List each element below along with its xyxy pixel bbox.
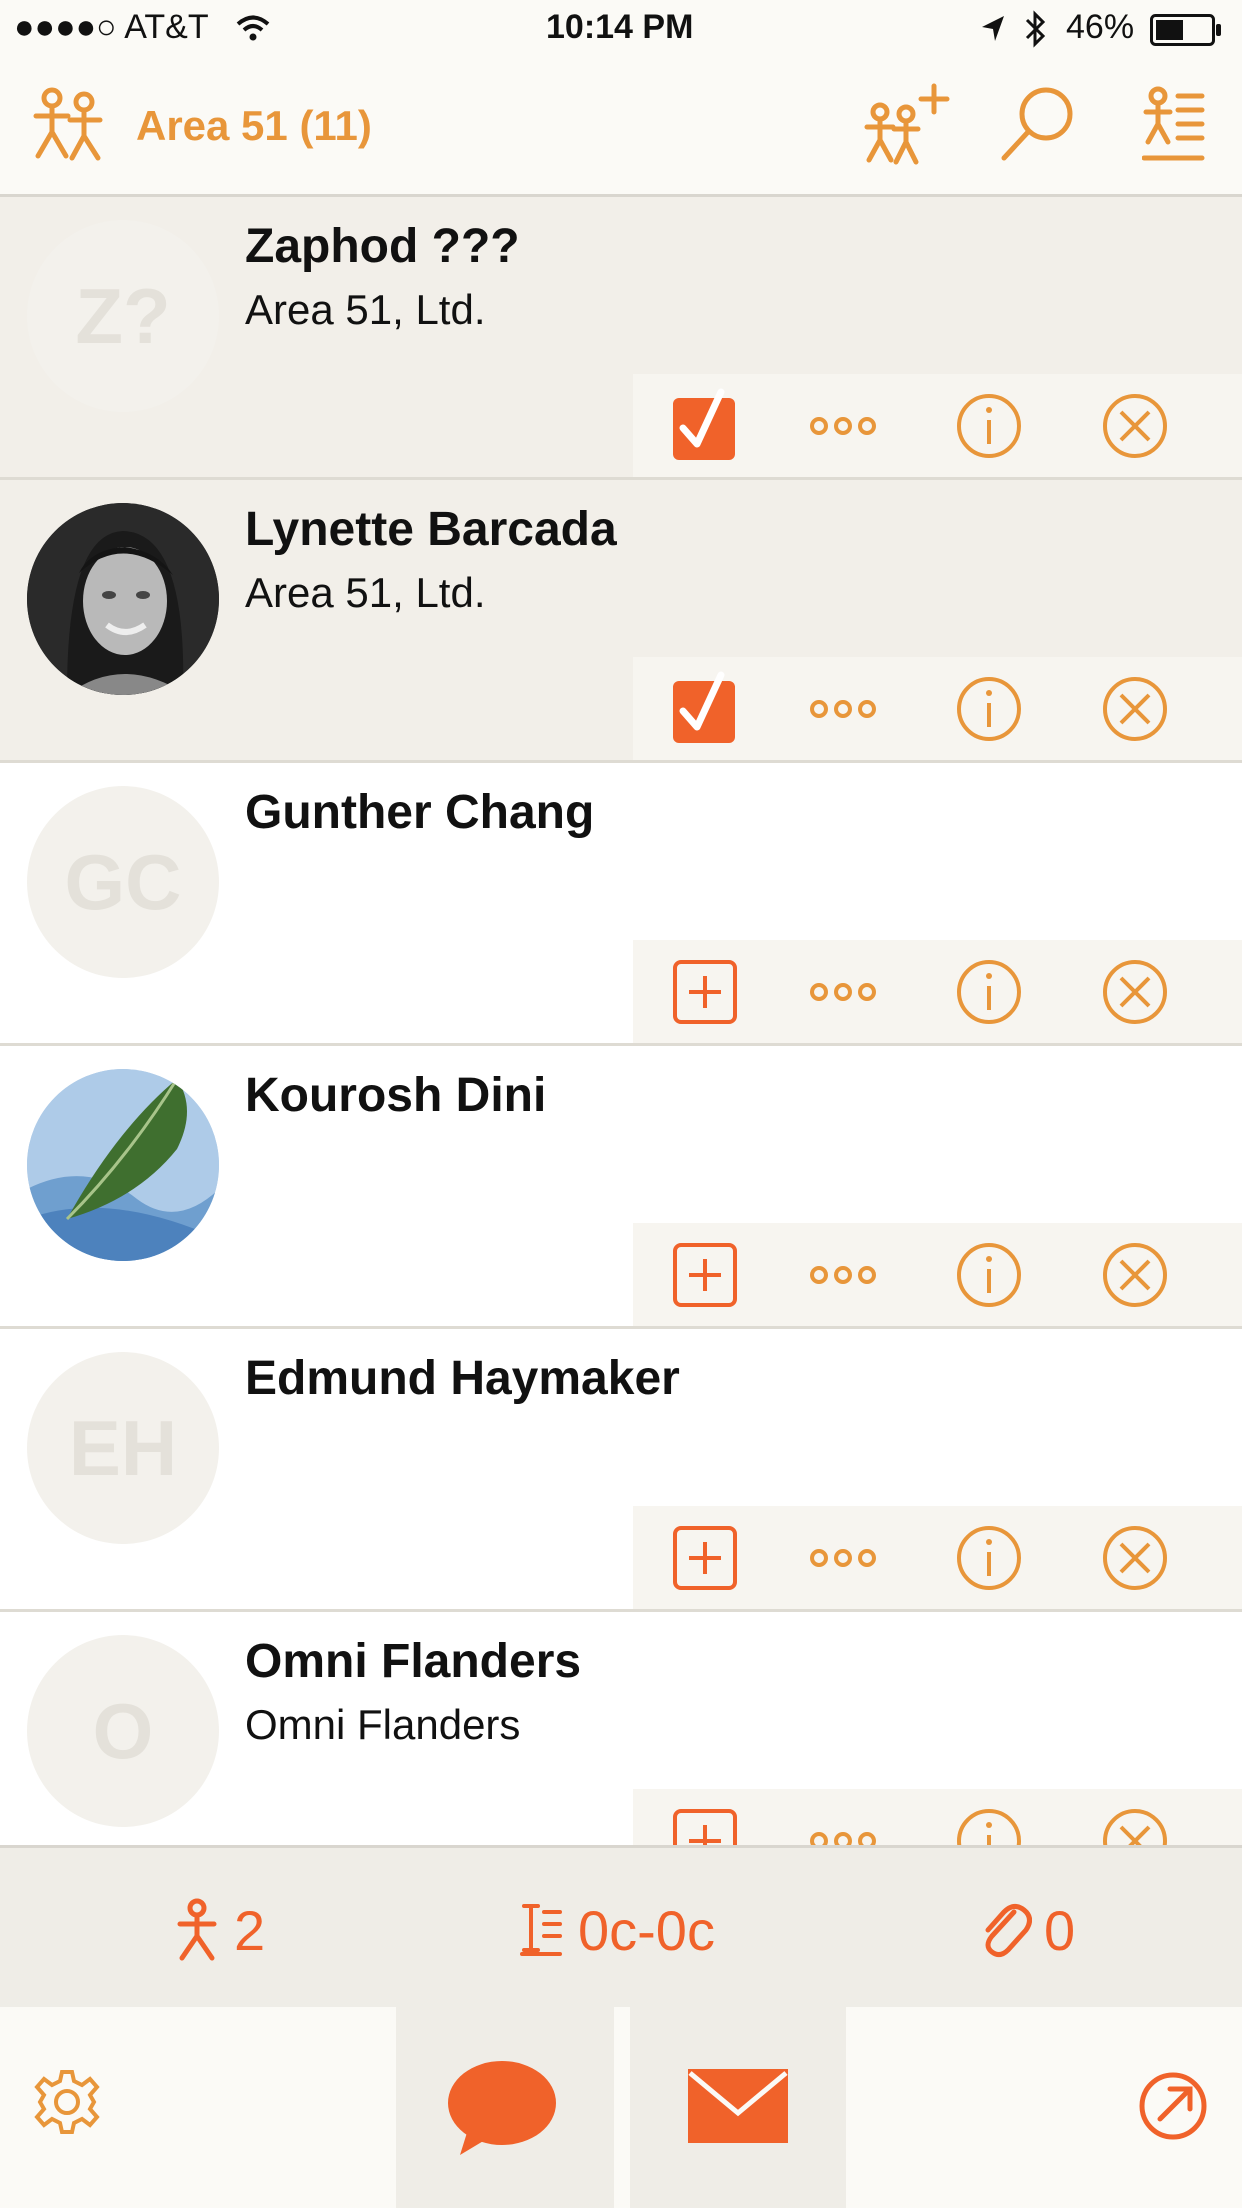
person-icon (172, 1898, 222, 1967)
info-icon[interactable] (951, 671, 1027, 747)
share-cell (846, 2007, 1242, 2208)
clock: 10:14 PM (546, 8, 694, 46)
email-button[interactable] (630, 2007, 846, 2208)
search-icon[interactable] (998, 84, 1078, 164)
more-icon[interactable] (805, 1237, 881, 1313)
add-box-icon[interactable] (667, 1520, 743, 1596)
more-icon[interactable] (805, 671, 881, 747)
location-icon (980, 14, 1006, 49)
contact-name: Kourosh Dini (245, 1069, 547, 1122)
contact-name: Edmund Haymaker (245, 1352, 680, 1405)
avatar-initials: O (92, 1687, 154, 1775)
row-actions (633, 940, 1242, 1043)
share-out-icon[interactable] (1136, 2069, 1210, 2148)
info-icon[interactable] (951, 1520, 1027, 1596)
sort-list-icon[interactable] (1142, 86, 1206, 166)
avatar: EH (27, 1352, 219, 1544)
contact-name: Gunther Chang (245, 786, 595, 839)
contact-row[interactable]: Z? Zaphod ??? Area 51, Ltd. (0, 197, 1242, 480)
row-actions (633, 657, 1242, 760)
avatar-initials: GC (64, 838, 182, 926)
avatar: GC (27, 786, 219, 978)
row-actions (633, 1506, 1242, 1609)
avatar-photo (27, 503, 219, 695)
notes-icon (520, 1902, 564, 1963)
bottom-toolbar (0, 2007, 1242, 2208)
add-box-icon[interactable] (667, 954, 743, 1030)
contact-company: Omni Flanders (245, 1701, 521, 1748)
contact-row[interactable]: EH Edmund Haymaker (0, 1329, 1242, 1612)
remove-icon[interactable] (1097, 671, 1173, 747)
remove-icon[interactable] (1097, 1237, 1173, 1313)
row-actions (633, 1223, 1242, 1326)
remove-icon[interactable] (1097, 388, 1173, 464)
checked-box-icon[interactable] (667, 671, 743, 747)
avatar-photo (27, 1069, 219, 1261)
speech-bubble-icon (446, 2059, 558, 2168)
contact-name: Omni Flanders (245, 1635, 582, 1688)
contact-row[interactable]: Lynette Barcada Area 51, Ltd. (0, 480, 1242, 763)
group-icon[interactable] (32, 86, 108, 166)
avatar: Z? (27, 220, 219, 412)
more-icon[interactable] (805, 954, 881, 1030)
wifi-icon (236, 14, 270, 47)
add-box-icon[interactable] (667, 1803, 743, 1845)
carrier-label: ●●●●○ AT&T (14, 8, 209, 46)
attachments-count[interactable]: 0 (1044, 1898, 1075, 1963)
avatar-initials: Z? (75, 272, 171, 360)
notes-range[interactable]: 0c-0c (578, 1898, 715, 1963)
remove-icon[interactable] (1097, 954, 1173, 1030)
contact-list[interactable]: Z? Zaphod ??? Area 51, Ltd. Lynette Barc… (0, 197, 1242, 1845)
more-icon[interactable] (805, 1520, 881, 1596)
more-icon[interactable] (805, 1803, 881, 1845)
avatar: O (27, 1635, 219, 1827)
message-button[interactable] (396, 2007, 614, 2208)
page-title: Area 51 (11) (136, 102, 372, 149)
contact-row[interactable]: O Omni Flanders Omni Flanders (0, 1612, 1242, 1845)
info-icon[interactable] (951, 954, 1027, 1030)
contact-company: Area 51, Ltd. (245, 286, 486, 333)
more-icon[interactable] (805, 388, 881, 464)
row-actions (633, 374, 1242, 477)
status-bar: ●●●●○ AT&T 10:14 PM 46% (0, 0, 1242, 62)
battery-icon (1150, 14, 1222, 51)
add-box-icon[interactable] (667, 1237, 743, 1313)
avatar-initials: EH (68, 1404, 178, 1492)
settings-cell (0, 2007, 396, 2208)
add-contact-icon[interactable] (862, 82, 952, 166)
nav-bar: Area 51 (11) (0, 62, 1242, 197)
contact-row[interactable]: GC Gunther Chang (0, 763, 1242, 1046)
bluetooth-icon (1022, 10, 1048, 53)
remove-icon[interactable] (1097, 1803, 1173, 1845)
contact-row[interactable]: Kourosh Dini (0, 1046, 1242, 1329)
contact-name: Lynette Barcada (245, 503, 617, 556)
info-icon[interactable] (951, 1237, 1027, 1313)
info-icon[interactable] (951, 388, 1027, 464)
people-count[interactable]: 2 (234, 1898, 265, 1963)
checked-box-icon[interactable] (667, 388, 743, 464)
battery-percent: 46% (1066, 8, 1135, 46)
contact-name: Zaphod ??? (245, 220, 520, 273)
envelope-icon (686, 2067, 790, 2150)
row-actions (633, 1789, 1242, 1845)
stats-bar: 2 0c-0c 0 (0, 1845, 1242, 2007)
remove-icon[interactable] (1097, 1520, 1173, 1596)
contact-company: Area 51, Ltd. (245, 569, 486, 616)
info-icon[interactable] (951, 1803, 1027, 1845)
gear-icon[interactable] (32, 2067, 102, 2142)
paperclip-icon (980, 1900, 1032, 1965)
